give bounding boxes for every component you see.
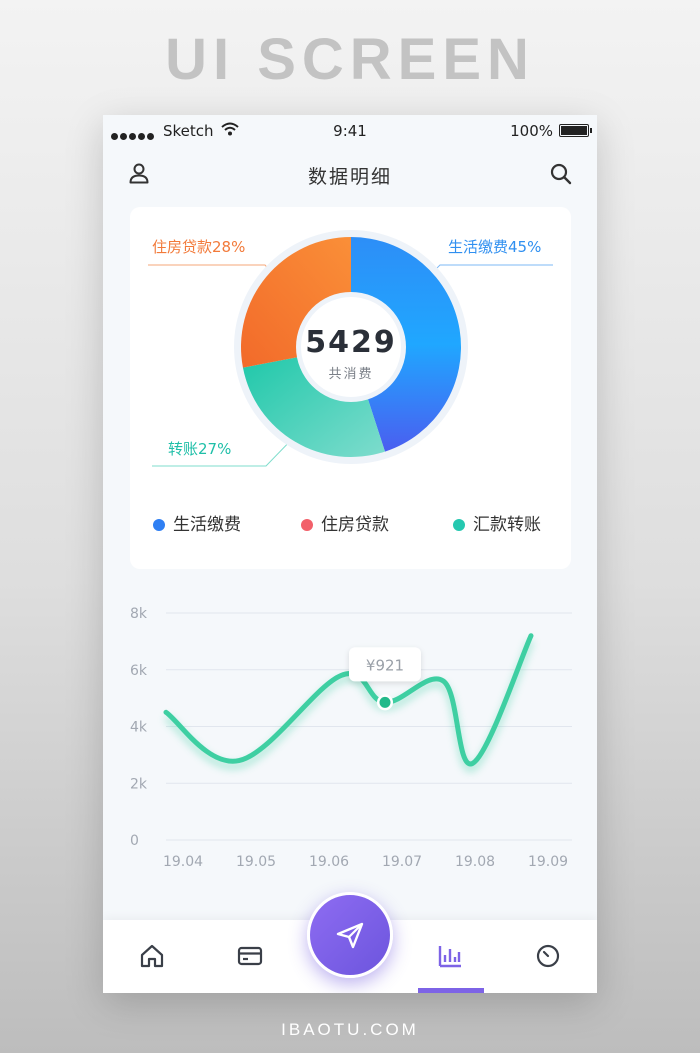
legend-label: 生活缴费 (173, 515, 241, 535)
y-tick-label: 8k (130, 606, 148, 622)
bar-chart-icon[interactable] (436, 942, 464, 970)
x-tick-label: 19.07 (382, 854, 422, 870)
total-value: 5429 (305, 325, 397, 360)
tooltip-value: ¥921 (366, 656, 404, 674)
callout-house: 住房贷款28% (152, 238, 246, 256)
search-icon[interactable] (549, 162, 573, 186)
series-line (163, 633, 534, 767)
clock-icon[interactable] (534, 942, 562, 970)
x-tick-label: 19.04 (163, 854, 203, 870)
battery-icon (559, 124, 592, 137)
y-tick-label: 2k (130, 776, 148, 792)
battery-percent: 100% (510, 122, 553, 140)
legend-item-life: 生活缴费 (153, 510, 241, 535)
page-title: 数据明细 (307, 166, 392, 188)
x-tick-label: 19.06 (309, 854, 349, 870)
y-tick-label: 0 (130, 833, 139, 849)
line-chart: 8k6k4k2k019.04 19.05 19.06 19.07 19.08 19.09 … (130, 606, 572, 870)
y-tick-label: 6k (130, 663, 148, 679)
send-icon (336, 922, 364, 949)
tooltip-point[interactable] (379, 696, 391, 708)
phone-screen: Sketch 9:41 100% 数据明细 5429 共消费 生活缴费45% 住… (103, 115, 597, 993)
total-label: 共消费 (328, 367, 374, 382)
send-button[interactable] (307, 892, 393, 978)
spending-card: 5429 共消费 生活缴费45% 住房贷款28% 转账27% 生活缴费 住房贷款… (130, 207, 571, 569)
card-icon[interactable] (236, 942, 264, 970)
status-bar: Sketch 9:41 100% (103, 115, 597, 145)
legend-item-house: 住房贷款 (301, 510, 389, 535)
headline: UI SCREEN (165, 27, 535, 92)
y-tick-label: 4k (130, 720, 148, 736)
active-tab-indicator (418, 988, 484, 993)
legend-label: 汇款转账 (473, 515, 541, 535)
x-tick-label: 19.08 (455, 854, 495, 870)
legend-item-transfer: 汇款转账 (453, 510, 541, 535)
callout-transfer: 转账27% (168, 440, 232, 458)
series-line-glow (163, 639, 535, 773)
legend-label: 住房贷款 (321, 515, 389, 535)
legend-dot (153, 519, 165, 531)
footer-brand: IBAOTU.COM (281, 1020, 419, 1039)
callout-life: 生活缴费45% (448, 238, 542, 256)
x-tick-label: 19.05 (236, 854, 276, 870)
x-tick-label: 19.09 (528, 854, 568, 870)
home-icon[interactable] (138, 942, 166, 970)
legend-dot (301, 519, 313, 531)
legend-dot (453, 519, 465, 531)
